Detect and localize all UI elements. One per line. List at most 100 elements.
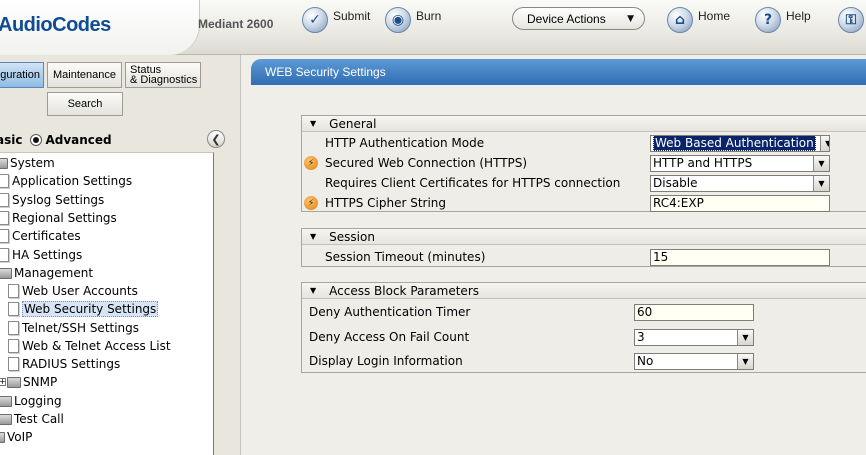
- tree-item-label: VoIP: [7, 430, 33, 444]
- deny-fail-count-select[interactable]: 3 ▼: [634, 328, 754, 346]
- logo-area: AudioCodes: [0, 0, 200, 55]
- help-button[interactable]: ? Help: [755, 5, 811, 35]
- access-block-section-header[interactable]: ▼ Access Block Parameters: [302, 283, 866, 299]
- general-section: ▼ General HTTP Authentication Mode Web B…: [301, 115, 866, 212]
- tab-configuration[interactable]: guration: [0, 62, 44, 88]
- page-icon: [8, 284, 19, 298]
- access-block-section: ▼ Access Block Parameters Deny Authentic…: [301, 282, 866, 373]
- tree-item-label: SNMP: [23, 375, 58, 389]
- tree-item-voip[interactable]: VoIP: [0, 428, 32, 446]
- http-auth-mode-row: HTTP Authentication Mode Web Based Authe…: [302, 133, 866, 153]
- page-icon: [0, 229, 9, 243]
- secured-web-conn-value: HTTP and HTTPS: [653, 156, 753, 170]
- home-label: Home: [698, 9, 731, 23]
- general-section-title: General: [329, 116, 377, 131]
- lightning-icon: ⚡: [304, 196, 318, 210]
- tree-item-application-settings[interactable]: Application Settings: [0, 172, 132, 190]
- view-mode-selector: asic Advanced: [0, 130, 229, 150]
- session-timeout-input[interactable]: 15: [650, 248, 830, 266]
- burn-button[interactable]: ◉ Burn: [385, 5, 441, 35]
- page-title: WEB Security Settings: [265, 65, 386, 79]
- page-icon: [0, 193, 9, 207]
- submit-button[interactable]: ✓ Submit: [302, 5, 370, 35]
- collapse-panel-icon[interactable]: ❮: [207, 130, 225, 148]
- tree-item-management[interactable]: Management: [0, 264, 93, 282]
- tree-item-test-call[interactable]: Test Call: [0, 410, 64, 428]
- chevron-down-icon[interactable]: ▼: [813, 175, 829, 191]
- cipher-string-input[interactable]: RC4:EXP: [650, 194, 830, 212]
- disc-icon: ◉: [385, 7, 411, 33]
- tree-item-logging[interactable]: Logging: [0, 392, 62, 410]
- tab-maintenance[interactable]: Maintenance: [47, 62, 122, 88]
- tree-item-label: RADIUS Settings: [22, 357, 121, 371]
- session-timeout-value: 15: [653, 250, 669, 264]
- tree-item-web-telnet-access-list[interactable]: Web & Telnet Access List: [8, 337, 171, 355]
- http-auth-mode-select[interactable]: Web Based Authentication ▼: [650, 134, 830, 152]
- tree-item-ha-settings[interactable]: HA Settings: [0, 246, 82, 264]
- tree-item-label: Web User Accounts: [22, 284, 138, 298]
- folder-icon: [0, 395, 12, 407]
- tree-item-label: HA Settings: [12, 248, 83, 262]
- session-section-header[interactable]: ▼ Session: [302, 229, 866, 245]
- search-label: Search: [67, 98, 103, 110]
- http-auth-mode-value: Web Based Authentication: [653, 135, 816, 151]
- tree-item-snmp[interactable]: + SNMP: [0, 373, 57, 391]
- tree-item-certificates[interactable]: Certificates: [0, 227, 81, 245]
- client-certs-select[interactable]: Disable ▼: [650, 174, 830, 192]
- search-button[interactable]: Search: [47, 92, 123, 116]
- page-icon: [8, 321, 19, 335]
- logout-button[interactable]: ⚿: [838, 5, 864, 35]
- collapse-triangle-icon: ▼: [310, 119, 317, 128]
- deny-auth-timer-label: Deny Authentication Timer: [309, 305, 471, 319]
- tree-item-web-user-accounts[interactable]: Web User Accounts: [8, 282, 138, 300]
- tree-item-label: Logging: [14, 394, 62, 408]
- folder-open-icon: [0, 267, 12, 279]
- navigation-tree: System Application Settings Syslog Setti…: [0, 152, 214, 455]
- product-name: Mediant 2600: [198, 17, 274, 31]
- tree-item-radius-settings[interactable]: RADIUS Settings: [8, 355, 120, 373]
- access-block-section-title: Access Block Parameters: [329, 283, 480, 298]
- chevron-down-icon[interactable]: ▼: [737, 353, 753, 369]
- deny-auth-timer-value: 60: [637, 305, 653, 319]
- deny-auth-timer-input[interactable]: 60: [634, 303, 754, 321]
- session-timeout-row: Session Timeout (minutes) 15: [302, 247, 866, 267]
- chevron-down-icon[interactable]: ▼: [819, 135, 829, 151]
- session-timeout-label: Session Timeout (minutes): [325, 250, 486, 264]
- basic-mode-label[interactable]: asic: [0, 133, 22, 147]
- checkmark-icon: ✓: [302, 7, 328, 33]
- help-icon: ?: [755, 7, 781, 33]
- folder-icon: [0, 431, 5, 443]
- tree-item-web-security-settings[interactable]: Web Security Settings: [8, 300, 159, 318]
- tree-item-system[interactable]: System: [0, 154, 55, 172]
- advanced-mode-label[interactable]: Advanced: [45, 133, 111, 147]
- client-certs-value: Disable: [653, 176, 698, 190]
- home-button[interactable]: ⌂ Home: [667, 5, 730, 35]
- device-actions-dropdown[interactable]: Device Actions ▼: [512, 7, 645, 30]
- submit-label: Submit: [333, 9, 371, 23]
- display-login-info-value: No: [637, 354, 654, 368]
- burn-label: Burn: [416, 9, 442, 23]
- tree-item-label: Application Settings: [12, 174, 133, 188]
- tree-item-telnet-ssh-settings[interactable]: Telnet/SSH Settings: [8, 319, 139, 337]
- client-certs-label: Requires Client Certificates for HTTPS c…: [325, 176, 621, 190]
- display-login-info-select[interactable]: No ▼: [634, 352, 754, 370]
- secured-web-conn-select[interactable]: HTTP and HTTPS ▼: [650, 154, 830, 172]
- page-icon: [0, 211, 9, 225]
- main-content: WEB Security Settings ▼ General HTTP Aut…: [240, 55, 866, 455]
- chevron-down-icon[interactable]: ▼: [813, 155, 829, 171]
- general-section-header[interactable]: ▼ General: [302, 116, 866, 132]
- tab-maintenance-label: Maintenance: [53, 69, 116, 81]
- tree-item-syslog-settings[interactable]: Syslog Settings: [0, 191, 104, 209]
- tree-item-label: Certificates: [12, 229, 81, 243]
- http-auth-mode-label: HTTP Authentication Mode: [325, 136, 485, 150]
- chevron-down-icon: ▼: [627, 13, 634, 24]
- cipher-string-value: RC4:EXP: [653, 196, 704, 210]
- tab-status-diagnostics[interactable]: Status & Diagnostics: [125, 62, 201, 88]
- tree-item-regional-settings[interactable]: Regional Settings: [0, 209, 117, 227]
- tree-item-label: Regional Settings: [12, 211, 117, 225]
- chevron-down-icon[interactable]: ▼: [737, 329, 753, 345]
- deny-auth-timer-row: Deny Authentication Timer 60: [302, 302, 866, 322]
- advanced-mode-radio[interactable]: [30, 134, 43, 146]
- folder-icon: [7, 376, 21, 388]
- expand-plus-icon[interactable]: +: [0, 378, 6, 386]
